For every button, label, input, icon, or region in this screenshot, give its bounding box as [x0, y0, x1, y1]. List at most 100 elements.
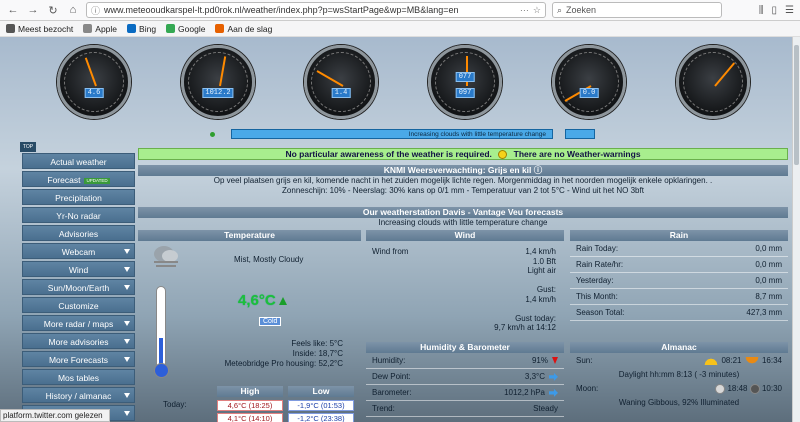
sidebar-item-precipitation[interactable]: Precipitation: [22, 189, 135, 205]
gauge-ticks: [559, 52, 619, 112]
scrollbar[interactable]: [792, 37, 800, 422]
sidebar-item-actual-weather[interactable]: Actual weather: [22, 153, 135, 169]
moon-row: Moon: 18:48 10:30: [570, 381, 788, 397]
wind-line: [494, 304, 556, 314]
wind-line: 9,7 km/h at 14:12: [494, 323, 556, 332]
address-bar[interactable]: ⓘ www.meteooudkarspel-lt.pd0rok.nl/weath…: [86, 2, 546, 18]
home-icon[interactable]: ⌂: [66, 3, 80, 17]
sidebar-item-customize[interactable]: Customize: [22, 297, 135, 313]
sidebar-item-label: More Forecasts: [48, 355, 109, 365]
scrollbar-thumb[interactable]: [794, 45, 799, 165]
chevron-down-icon: [124, 411, 130, 416]
bookmark-item[interactable]: Meest bezocht: [6, 24, 73, 34]
sidebar-item-label: Webcam: [61, 247, 96, 257]
reload-icon[interactable]: ↻: [46, 3, 60, 17]
sidebar-item-mos-tables[interactable]: Mos tables: [22, 369, 135, 385]
rain-row: Rain Today: 0,0 mm: [570, 241, 788, 257]
daylight: Daylight hh:mm 8:13 ( -3 minutes): [618, 370, 740, 379]
chevron-down-icon: [124, 321, 130, 326]
vantage-text: Increasing clouds with little temperatur…: [378, 218, 548, 227]
sunrise-time: 08:21: [721, 356, 742, 365]
rain-label: Yesterday:: [576, 276, 614, 285]
sidebar-item-more-radar-maps[interactable]: More radar / maps: [22, 315, 135, 331]
rain-title: Rain: [570, 230, 788, 241]
bookmark-star-icon[interactable]: ☆: [533, 5, 541, 16]
barometer-gauge: 1012.2: [181, 45, 255, 119]
forecast-strip: Increasing clouds with little temperatur…: [210, 128, 596, 140]
bookmark-item[interactable]: Aan de slag: [215, 24, 272, 34]
sidebar-item-wind[interactable]: Wind: [22, 261, 135, 277]
bookmark-item[interactable]: Google: [166, 24, 205, 34]
gauge-readout: 1.4: [331, 88, 351, 98]
trend-steady-icon: [549, 388, 558, 397]
gauge-ticks: [311, 52, 371, 112]
low-header: Low: [288, 386, 354, 397]
chevron-down-icon: [124, 339, 130, 344]
moonset-icon: [749, 383, 760, 394]
info-icon[interactable]: ⓘ: [91, 4, 100, 17]
bookmark-item[interactable]: Bing: [127, 24, 156, 34]
high-header: High: [217, 386, 283, 397]
wind-panel: Wind Wind from 1,4 km/h 1.0 Bft Light air G…: [366, 230, 564, 340]
sidebar-item-more-advisories[interactable]: More advisories: [22, 333, 135, 349]
gauge-readout: 4.6: [84, 88, 104, 98]
thermometer: [154, 286, 169, 378]
today-low: -1,9°C (01:53): [288, 400, 354, 411]
rain-label: This Month:: [576, 292, 618, 301]
wind-values: 1,4 km/h 1.0 Bft Light air Gust: 1,4 km/h Gus…: [494, 247, 556, 333]
humidity-value: 3,3°C: [524, 372, 545, 381]
temperature-badge: Cold: [259, 317, 282, 326]
sidebar-item-label: Precipitation: [55, 193, 102, 203]
menu-icon[interactable]: ☰: [785, 5, 794, 16]
forecast-bar-small: [565, 129, 595, 139]
chevron-down-icon: [124, 285, 130, 290]
sidebar-item-advisories[interactable]: Advisories: [22, 225, 135, 241]
sidebar-item-webcam[interactable]: Webcam: [22, 243, 135, 259]
moonrise-time: 18:48: [727, 384, 748, 393]
humidity-label: Trend:: [372, 404, 395, 413]
sidebar-item-forecast[interactable]: Forecast UPDATED: [22, 171, 135, 187]
chevron-down-icon: [124, 393, 130, 398]
moonset-time: 10:30: [761, 384, 782, 393]
wind-line: 1,4 km/h: [525, 247, 556, 256]
sidebar-item-yr-no-radar[interactable]: Yr-No radar: [22, 207, 135, 223]
sidebar-item-label: More radar / maps: [43, 319, 114, 329]
back-icon[interactable]: ←: [6, 3, 20, 17]
search-box[interactable]: ⌕ Zoeken: [552, 2, 722, 18]
library-icon[interactable]: ⫼: [759, 5, 764, 16]
sidebar-icon[interactable]: ▯: [772, 5, 778, 16]
url-text: www.meteooudkarspel-lt.pd0rok.nl/weather…: [104, 5, 459, 15]
updated-badge: UPDATED: [84, 177, 110, 184]
sidebar-item-sun-moon-earth[interactable]: Sun/Moon/Earth: [22, 279, 135, 295]
info-icon[interactable]: ⓘ: [534, 165, 543, 175]
page-actions-icon[interactable]: ···: [520, 5, 529, 16]
sidebar-item-more-forecasts[interactable]: More Forecasts: [22, 351, 135, 367]
bookmark-label: Google: [178, 23, 206, 34]
wind-title: Wind: [366, 230, 564, 241]
trend-down-icon: [552, 357, 558, 365]
humidity-label: Barometer:: [372, 388, 412, 397]
humidity-value: 1012,2 hPa: [504, 388, 545, 397]
search-icon: ⌕: [557, 4, 563, 15]
humidity-value: Steady: [533, 404, 558, 413]
bookmark-item[interactable]: Apple: [83, 24, 117, 34]
humidity-title: Humidity & Barometer: [366, 342, 564, 353]
rain-row: Season Total: 427,3 mm: [570, 305, 788, 321]
wind-speed-gauge: 1.4: [304, 45, 378, 119]
vantage-forecast: Our weatherstation Davis - Vantage Veu f…: [138, 207, 788, 228]
top-logo[interactable]: TOP: [20, 142, 36, 152]
vantage-title: Our weatherstation Davis - Vantage Veu f…: [138, 207, 788, 218]
awareness-suffix: There are no Weather-warnings: [513, 149, 641, 159]
smiley-icon: [498, 150, 508, 160]
status-dot: [210, 131, 215, 137]
inside-temp: Inside: 18,7°C: [292, 349, 343, 358]
bookmark-favicon-icon: [215, 24, 225, 33]
temperature-gauge: 4.6: [57, 45, 131, 119]
sidebar-item-label: Customize: [58, 301, 99, 311]
sidebar-item-label: Advisories: [58, 229, 99, 239]
bookmark-favicon-icon: [6, 24, 15, 33]
rain-value: 0,0 mm: [755, 244, 782, 253]
forward-icon[interactable]: →: [26, 3, 40, 17]
sidebar-item-history-almanac[interactable]: History / almanac: [22, 387, 135, 403]
gauge-readout-secondary: 077: [455, 72, 475, 82]
